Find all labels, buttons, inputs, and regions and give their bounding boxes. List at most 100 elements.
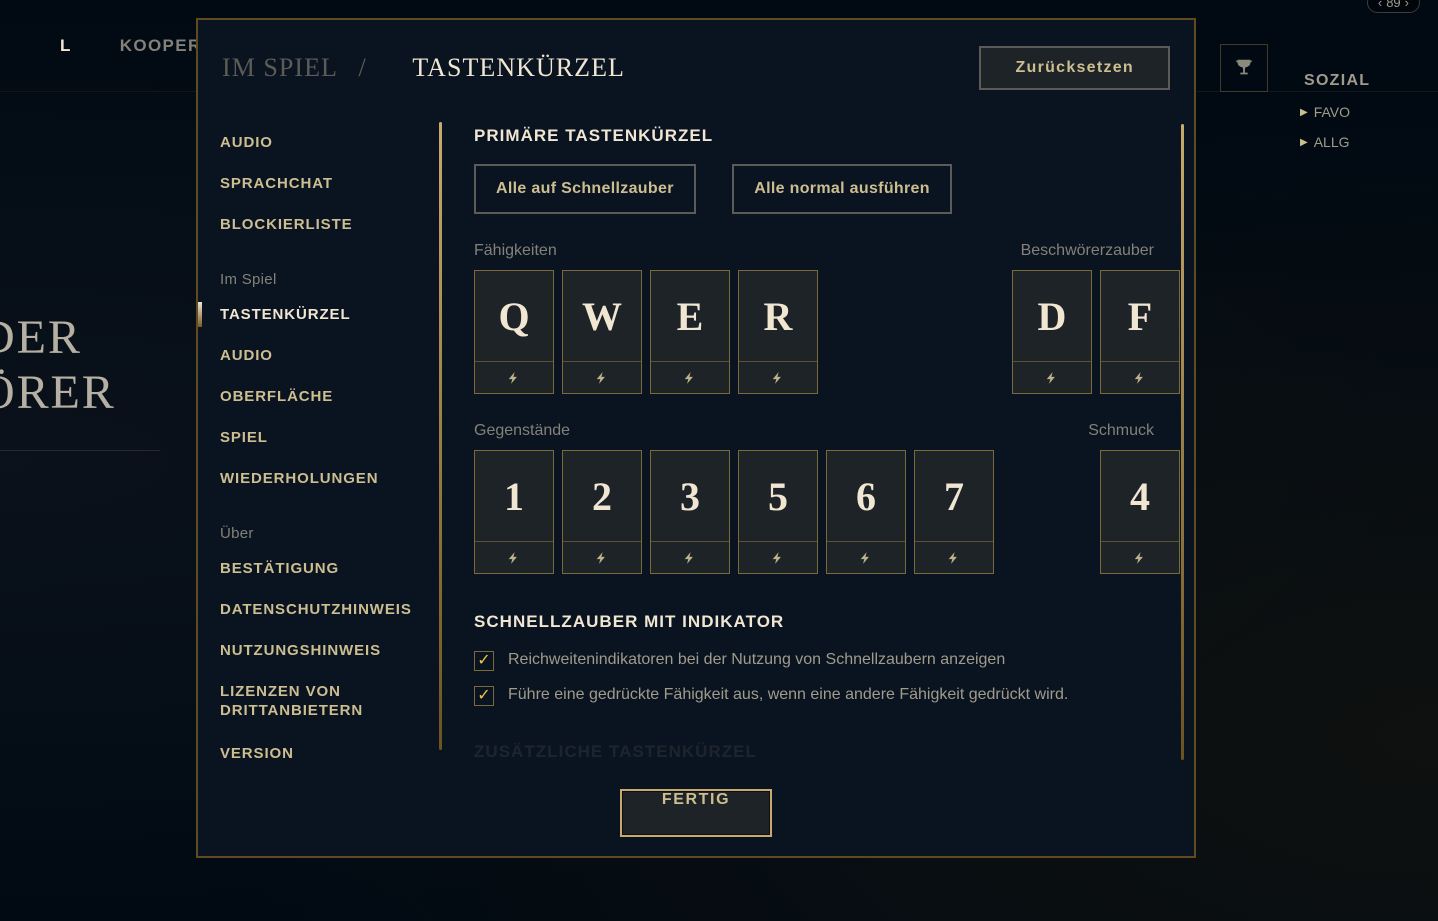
done-button[interactable]: FERTIG (620, 789, 772, 837)
label-summoners: Beschwörerzauber (1021, 242, 1154, 260)
sidebar-group-about: Über (220, 499, 452, 548)
section-quickcast-indicator: SCHNELLZAUBER MIT INDIKATOR (474, 612, 1180, 632)
quickcast-toggle[interactable] (475, 361, 553, 393)
modal-header: IM SPIEL / TASTENKÜRZEL Zurücksetzen (198, 20, 1194, 116)
trinket-key-4[interactable]: 4 (1100, 450, 1180, 574)
settings-sidebar: AUDIO SPRACHCHAT BLOCKIERLISTE Im Spiel … (198, 116, 452, 770)
sidebar-item-hotkeys[interactable]: TASTENKÜRZEL (220, 294, 452, 335)
ability-key-e[interactable]: E (650, 270, 730, 394)
social-fav[interactable]: ▶FAVO (1300, 104, 1438, 120)
quickcast-toggle[interactable] (651, 361, 729, 393)
spacer (1002, 450, 1092, 574)
modal-footer: FERTIG (198, 770, 1194, 856)
item-key-1[interactable]: 1 (474, 450, 554, 574)
ability-key-q[interactable]: Q (474, 270, 554, 394)
lightning-icon (507, 368, 521, 388)
check-icon: ✓ (474, 686, 494, 706)
ability-key-w[interactable]: W (562, 270, 642, 394)
trophy-button[interactable] (1220, 44, 1268, 92)
sidebar-item-verify[interactable]: BESTÄTIGUNG (220, 548, 452, 589)
key-label: 4 (1101, 451, 1179, 541)
chevron-right-icon: › (1405, 0, 1409, 10)
sidebar-item-audio2[interactable]: AUDIO (220, 335, 452, 376)
quickcast-toggle[interactable] (915, 541, 993, 573)
sidebar-item-version[interactable]: VERSION (220, 733, 452, 774)
section-additional-hotkeys: ZUSÄTZLICHE TASTENKÜRZEL (474, 742, 1180, 762)
checkbox-label: Reichweitenindikatoren bei der Nutzung v… (508, 650, 1005, 671)
lightning-icon (1133, 368, 1147, 388)
section-primary-hotkeys: PRIMÄRE TASTENKÜRZEL (474, 126, 1180, 146)
lightning-icon (683, 548, 697, 568)
quickcast-toggle[interactable] (563, 541, 641, 573)
lightning-icon (771, 368, 785, 388)
lightning-icon (1133, 548, 1147, 568)
sidebar-item-audio[interactable]: AUDIO (220, 122, 452, 163)
label-items: Gegenstände (474, 422, 570, 440)
nav-item-left-partial[interactable]: L (60, 36, 72, 56)
all-normalcast-button[interactable]: Alle normal ausführen (732, 164, 952, 214)
sidebar-group-ingame: Im Spiel (220, 245, 452, 294)
summoner-key-d[interactable]: D (1012, 270, 1092, 394)
key-label: F (1101, 271, 1179, 361)
item-key-5[interactable]: 5 (738, 450, 818, 574)
lightning-icon (771, 548, 785, 568)
item-key-3[interactable]: 3 (650, 450, 730, 574)
spacer (826, 270, 1004, 394)
key-label: 3 (651, 451, 729, 541)
all-quickcast-button[interactable]: Alle auf Schnellzauber (474, 164, 696, 214)
sidebar-item-replays[interactable]: WIEDERHOLUNGEN (220, 458, 452, 499)
content-scrollbar[interactable] (1181, 124, 1184, 760)
sidebar-item-interface[interactable]: OBERFLÄCHE (220, 376, 452, 417)
quickcast-toggle[interactable] (827, 541, 905, 573)
lightning-icon (595, 548, 609, 568)
sidebar-item-privacy[interactable]: DATENSCHUTZHINWEIS (220, 589, 452, 630)
level-badge: ‹ 89 › (1367, 0, 1420, 13)
checkbox-range-indicators[interactable]: ✓ Reichweitenindikatoren bei der Nutzung… (474, 650, 1180, 671)
quickcast-toggle[interactable] (1101, 541, 1179, 573)
quickcast-toggle[interactable] (739, 361, 817, 393)
sidebar-item-thirdparty[interactable]: LIZENZEN VON DRITTANBIETERN (220, 671, 452, 733)
triangle-icon: ▶ (1300, 137, 1308, 148)
quickcast-toggle[interactable] (651, 541, 729, 573)
key-label: 6 (827, 451, 905, 541)
row-items: 123567 4 (474, 450, 1180, 574)
sidebar-scrollbar[interactable] (439, 122, 442, 750)
key-label: E (651, 271, 729, 361)
key-label: R (739, 271, 817, 361)
summoner-key-f[interactable]: F (1100, 270, 1180, 394)
reset-button[interactable]: Zurücksetzen (979, 46, 1170, 90)
settings-content: PRIMÄRE TASTENKÜRZEL Alle auf Schnellzau… (452, 116, 1194, 770)
quickcast-toggle[interactable] (475, 541, 553, 573)
lightning-icon (595, 368, 609, 388)
settings-modal: IM SPIEL / TASTENKÜRZEL Zurücksetzen AUD… (196, 18, 1196, 858)
quickcast-toggle[interactable] (739, 541, 817, 573)
lightning-icon (507, 548, 521, 568)
chevron-left-icon: ‹ (1378, 0, 1382, 10)
level-value: 89 (1386, 0, 1400, 10)
lobby-hero-text: DER ÖRER (0, 310, 160, 475)
sidebar-item-blocklist[interactable]: BLOCKIERLISTE (220, 204, 452, 245)
sidebar-item-game[interactable]: SPIEL (220, 417, 452, 458)
ability-key-r[interactable]: R (738, 270, 818, 394)
key-label: 5 (739, 451, 817, 541)
breadcrumb-root[interactable]: IM SPIEL (222, 53, 337, 82)
sidebar-item-voicechat[interactable]: SPRACHCHAT (220, 163, 452, 204)
quickcast-toggle[interactable] (563, 361, 641, 393)
breadcrumb: IM SPIEL / TASTENKÜRZEL (222, 53, 625, 83)
social-all[interactable]: ▶ALLG (1300, 134, 1438, 150)
quickcast-toggle[interactable] (1101, 361, 1179, 393)
sidebar-item-usage[interactable]: NUTZUNGSHINWEIS (220, 630, 452, 671)
key-label: W (563, 271, 641, 361)
item-key-2[interactable]: 2 (562, 450, 642, 574)
breadcrumb-current: TASTENKÜRZEL (412, 53, 625, 82)
checkbox-label: Führe eine gedrückte Fähigkeit aus, wenn… (508, 685, 1068, 706)
trophy-icon (1233, 57, 1255, 79)
label-trinket: Schmuck (1088, 422, 1154, 440)
item-key-6[interactable]: 6 (826, 450, 906, 574)
checkbox-execute-on-press[interactable]: ✓ Führe eine gedrückte Fähigkeit aus, we… (474, 685, 1180, 706)
triangle-icon: ▶ (1300, 107, 1308, 118)
label-abilities: Fähigkeiten (474, 242, 557, 260)
quickcast-toggle[interactable] (1013, 361, 1091, 393)
key-label: Q (475, 271, 553, 361)
item-key-7[interactable]: 7 (914, 450, 994, 574)
